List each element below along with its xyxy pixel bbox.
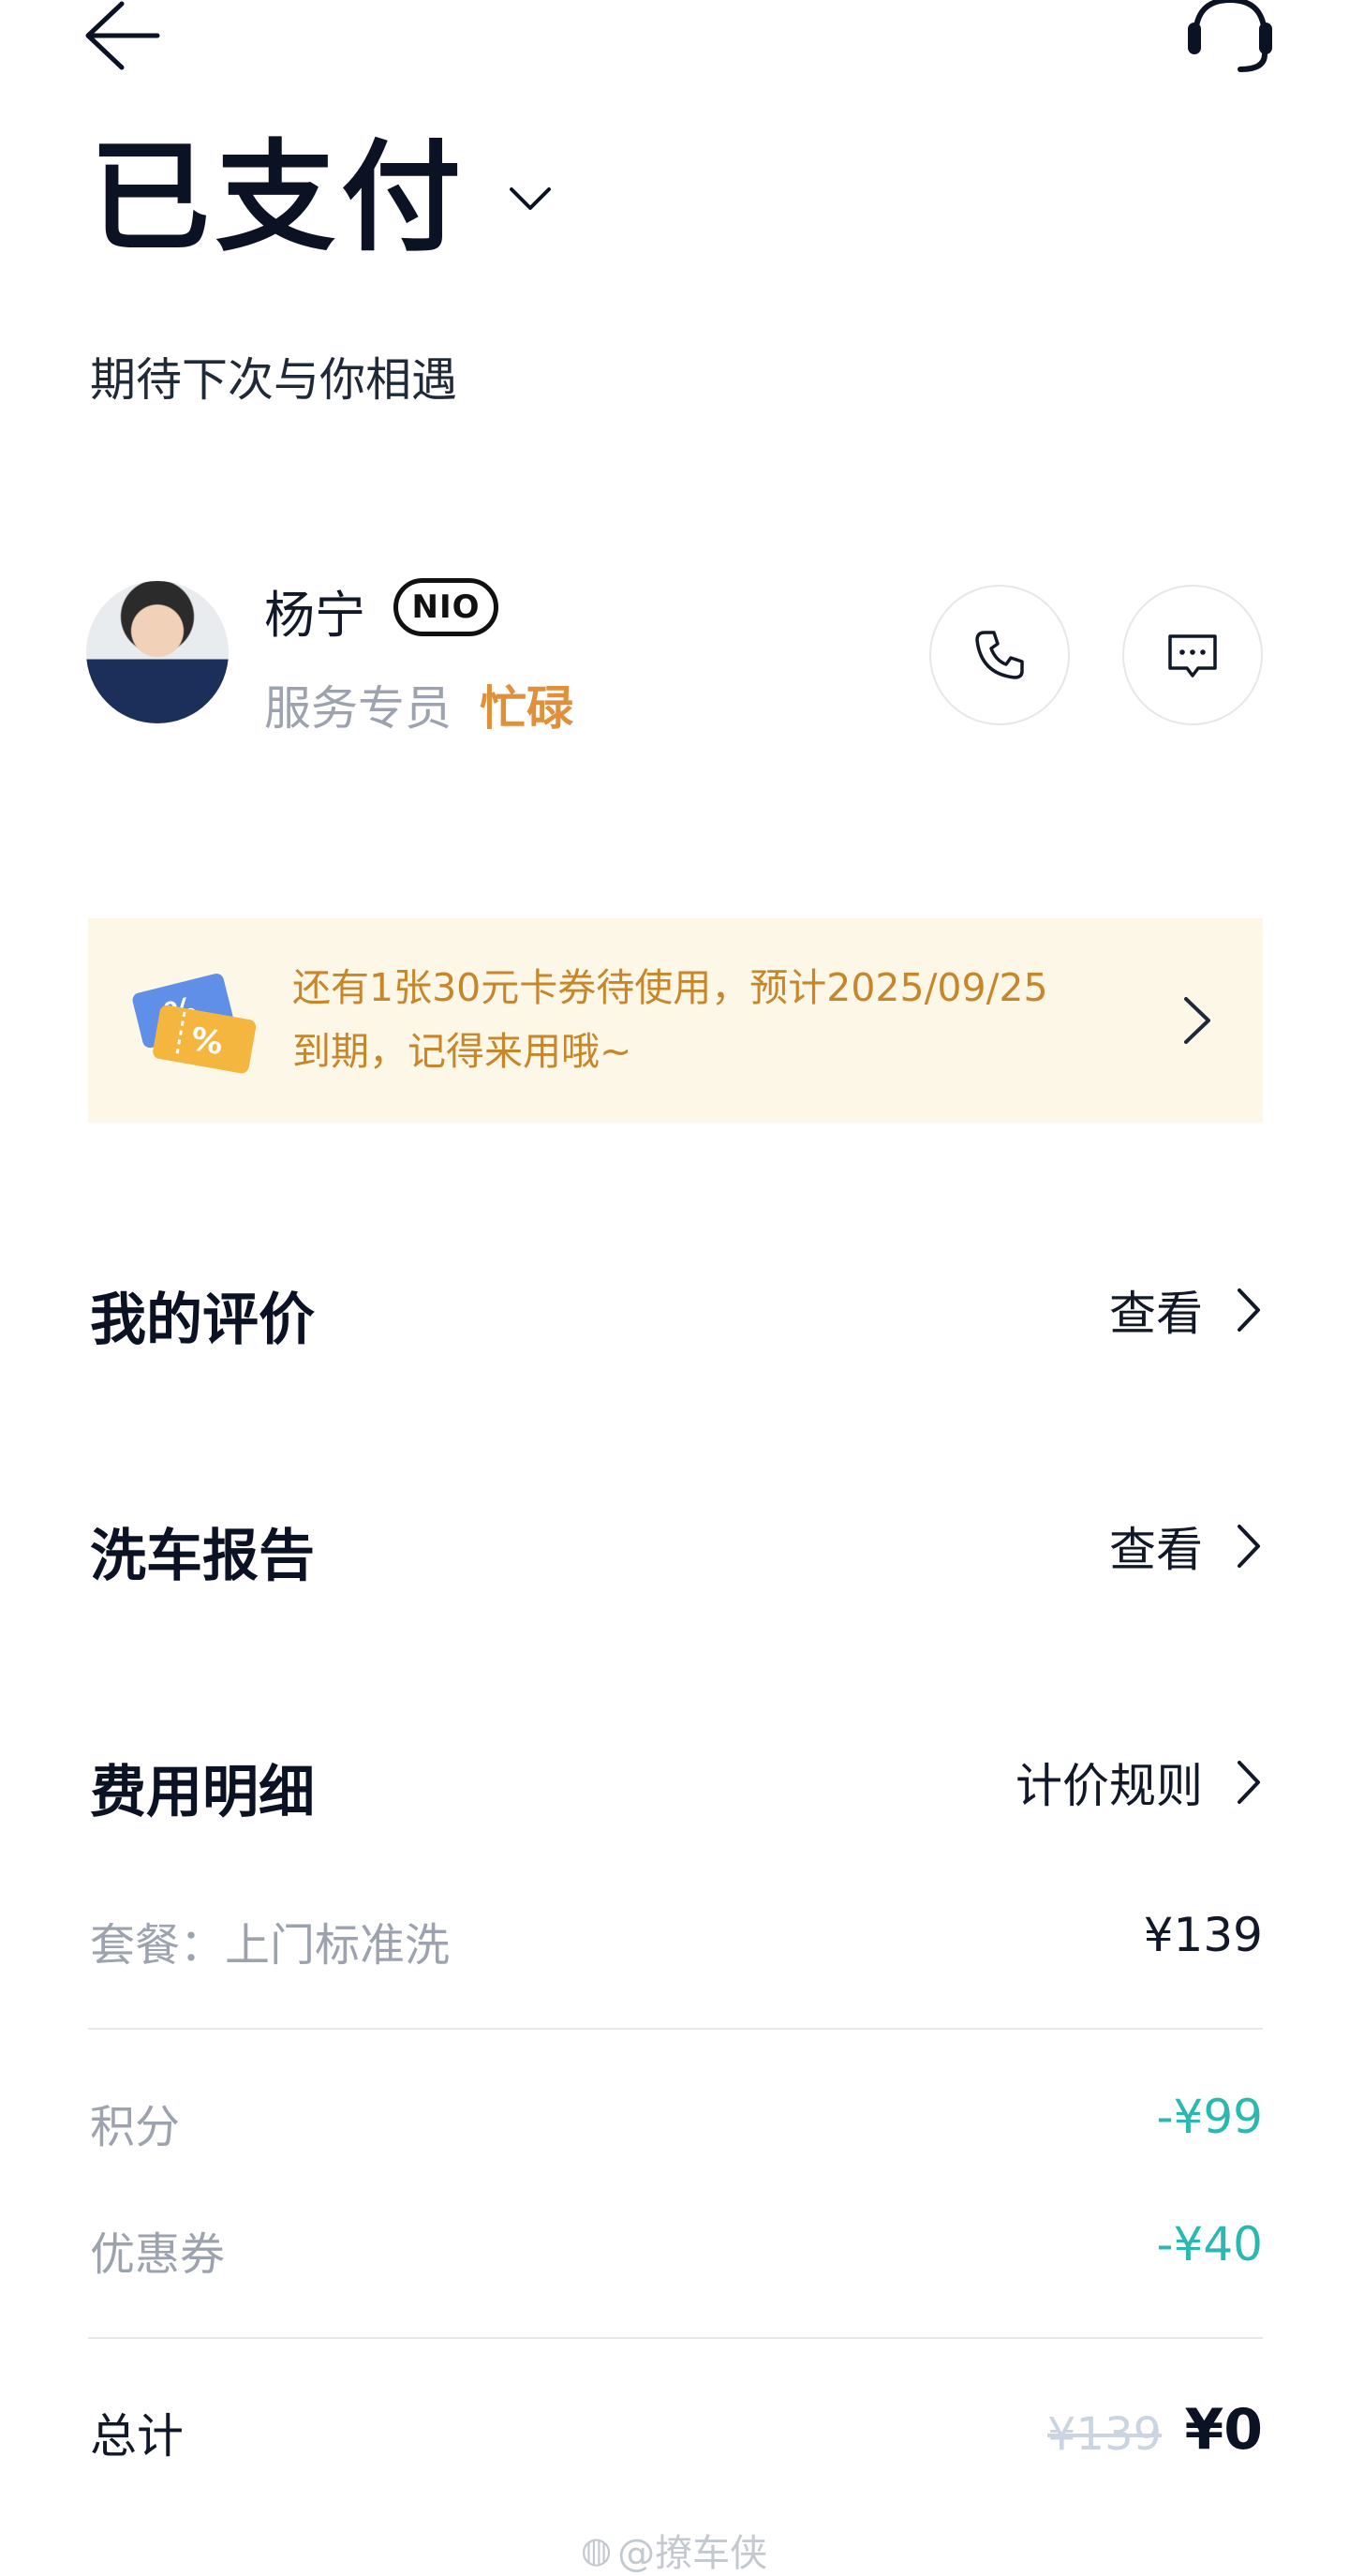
weibo-icon: ◍ [581, 2529, 613, 2570]
chevron-right-icon [1238, 1761, 1260, 1804]
order-detail-page: 已支付 期待下次与你相遇 杨宁 NIO 服务专员 忙碌 % 还有1张30元卡券待… [0, 0, 1349, 2576]
phone-icon [975, 631, 1024, 679]
coupon-label: 优惠券 [90, 2228, 226, 2281]
arrow-left-icon [85, 1, 160, 70]
back-button[interactable] [77, 0, 163, 79]
watermark: ◍ @撩车侠 [581, 2523, 767, 2576]
chevron-right-icon [1238, 1525, 1260, 1568]
agent-status: 忙碌 [480, 681, 573, 736]
coupon-message: 还有1张30元卡券待使用，预计2025/09/25 到期，记得来用哦~ [292, 956, 1173, 1083]
section-title-fees: 费用明细 [90, 1760, 315, 1825]
customer-support-button[interactable] [1179, 0, 1282, 79]
avatar [86, 581, 229, 723]
watermark-text: @撩车侠 [617, 2532, 768, 2575]
package-label: 套餐：上门标准洗 [90, 1919, 451, 1972]
total-original-price: ¥139 [1047, 2408, 1163, 2461]
pricing-rules-link[interactable]: 计价规则 [1015, 1749, 1263, 1816]
coupon-ticket-icon: % % [132, 974, 257, 1074]
chat-icon [1168, 634, 1217, 678]
agent-role: 服务专员 [264, 681, 452, 736]
total-label: 总计 [90, 2409, 184, 2464]
package-price: ¥139 [1143, 1908, 1263, 1962]
agent-name: 杨宁 [264, 586, 365, 645]
call-button[interactable] [929, 585, 1070, 725]
points-discount: -¥99 [1156, 2090, 1263, 2144]
section-title-wash-report: 洗车报告 [90, 1524, 315, 1589]
svg-text:%: % [188, 1020, 227, 1063]
nio-badge: NIO [393, 578, 498, 636]
message-button[interactable] [1122, 585, 1263, 725]
coupon-discount: -¥40 [1156, 2217, 1263, 2271]
chevron-right-icon [1184, 997, 1210, 1044]
chevron-right-icon [1238, 1288, 1260, 1332]
divider [88, 2337, 1263, 2339]
chevron-down-icon[interactable] [508, 184, 553, 214]
coupon-banner[interactable]: % % 还有1张30元卡券待使用，预计2025/09/25 到期，记得来用哦~ [88, 918, 1263, 1123]
points-label: 积分 [90, 2101, 181, 2153]
coupon-message-line1: 还有1张30元卡券待使用，预计2025/09/25 [292, 965, 1048, 1010]
total-final-price: ¥0 [1184, 2397, 1264, 2463]
view-wash-report-link[interactable]: 查看 [1109, 1512, 1263, 1580]
status-subtitle: 期待下次与你相遇 [90, 353, 458, 407]
section-title-review: 我的评价 [90, 1288, 315, 1353]
pricing-rules-label: 计价规则 [1015, 1759, 1203, 1813]
headset-icon [1188, 0, 1272, 72]
view-review-link[interactable]: 查看 [1109, 1276, 1263, 1344]
divider [88, 2028, 1263, 2030]
page-title: 已支付 [90, 128, 467, 268]
view-review-label: 查看 [1109, 1287, 1203, 1341]
coupon-message-line2: 到期，记得来用哦~ [292, 1029, 632, 1074]
status-header: 已支付 [90, 139, 553, 259]
view-wash-report-label: 查看 [1109, 1523, 1203, 1577]
